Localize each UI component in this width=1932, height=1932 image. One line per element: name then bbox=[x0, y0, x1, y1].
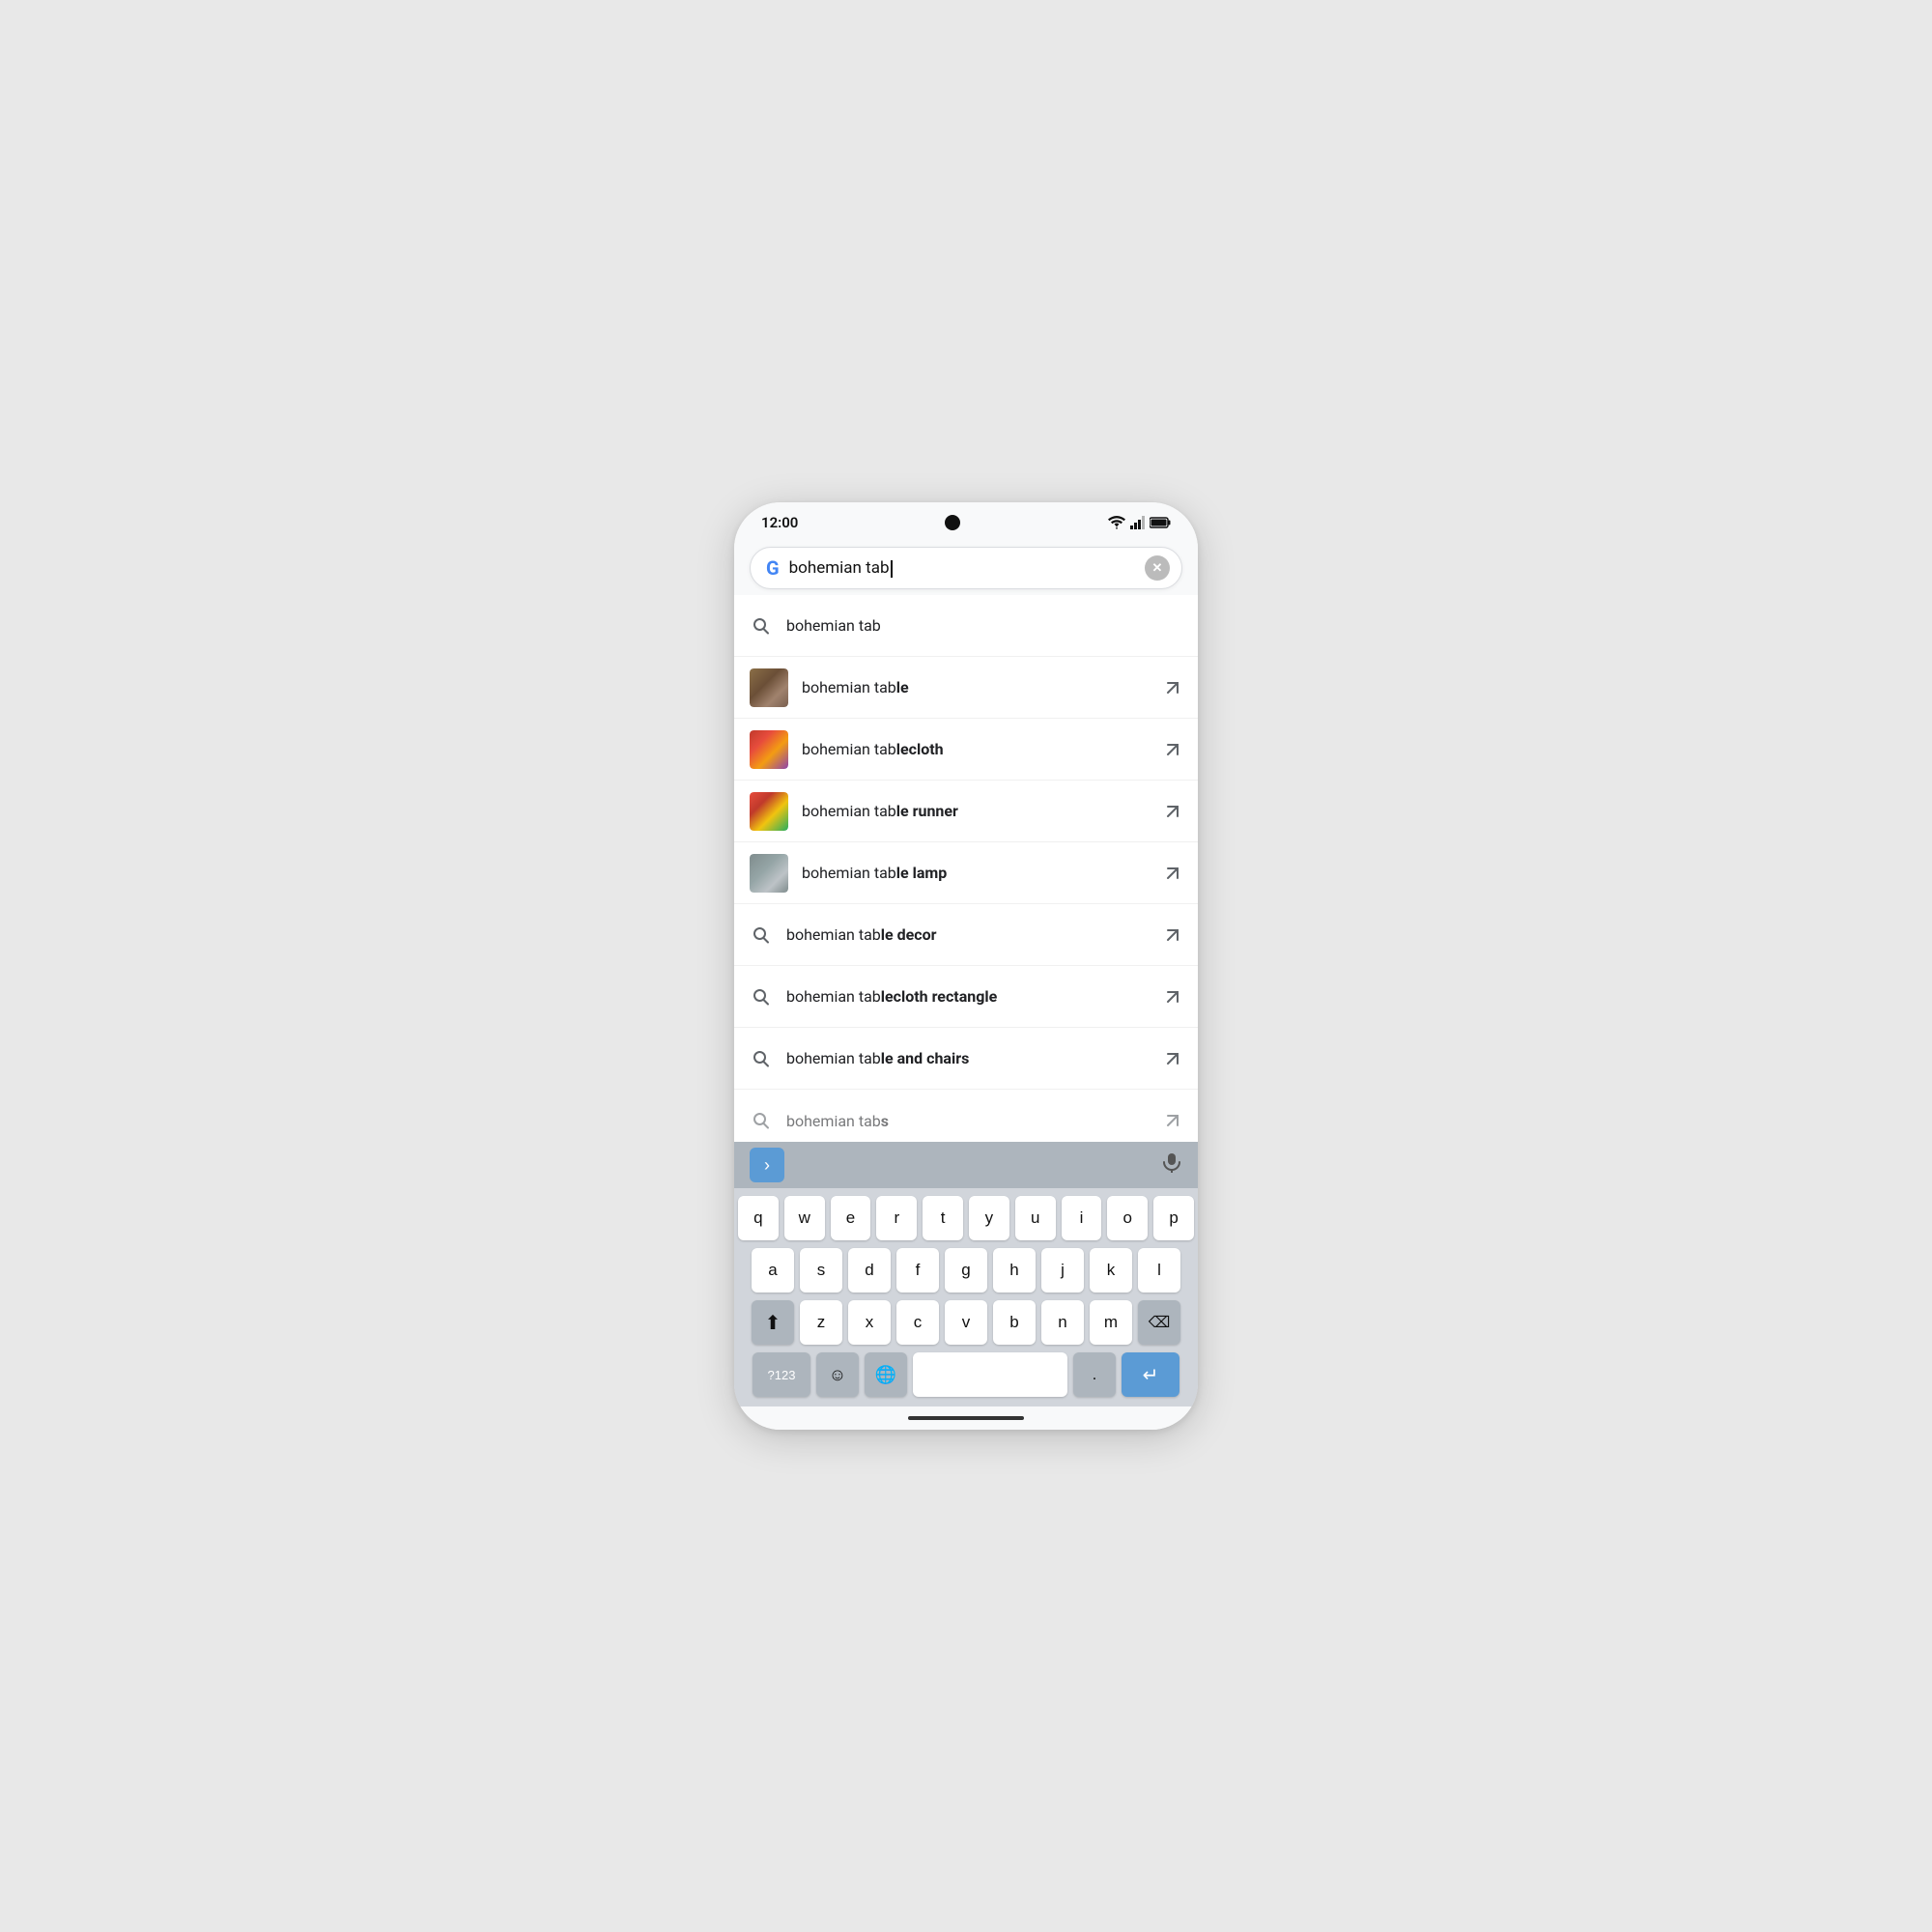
key-h[interactable]: h bbox=[993, 1248, 1036, 1293]
arrow-icon-4 bbox=[1163, 802, 1182, 821]
suggestion-label-2: bohemian table bbox=[802, 678, 1150, 696]
camera-dot bbox=[945, 515, 960, 530]
arrow-icon-5 bbox=[1163, 864, 1182, 883]
arrow-icon-9 bbox=[1163, 1111, 1182, 1130]
key-t[interactable]: t bbox=[923, 1196, 963, 1240]
suggestion-bohemian-table[interactable]: bohemian table bbox=[734, 657, 1198, 719]
key-shift[interactable]: ⬆ bbox=[752, 1300, 794, 1345]
suggestion-bohemian-table-lamp[interactable]: bohemian table lamp bbox=[734, 842, 1198, 904]
key-f[interactable]: f bbox=[896, 1248, 939, 1293]
key-emoji[interactable]: ☺ bbox=[816, 1352, 859, 1397]
key-r[interactable]: r bbox=[876, 1196, 917, 1240]
status-icons bbox=[1107, 516, 1171, 529]
suggestion-bohemian-table-and-chairs[interactable]: bohemian table and chairs bbox=[734, 1028, 1198, 1090]
clear-search-button[interactable] bbox=[1145, 555, 1170, 581]
status-time: 12:00 bbox=[761, 514, 798, 531]
suggestion-bohemian-tablecloth-rectangle[interactable]: bohemian tablecloth rectangle bbox=[734, 966, 1198, 1028]
thumb-lamp bbox=[750, 854, 788, 893]
key-n[interactable]: n bbox=[1041, 1300, 1084, 1345]
key-i[interactable]: i bbox=[1062, 1196, 1102, 1240]
key-period[interactable]: . bbox=[1073, 1352, 1116, 1397]
key-o[interactable]: o bbox=[1107, 1196, 1148, 1240]
home-indicator bbox=[734, 1406, 1198, 1430]
suggestion-bohemian-table-runner[interactable]: bohemian table runner bbox=[734, 781, 1198, 842]
arrow-icon-7 bbox=[1163, 987, 1182, 1007]
keyboard-bottom-row: ?123 ☺ 🌐 . ↵ bbox=[738, 1352, 1194, 1397]
arrow-icon-8 bbox=[1163, 1049, 1182, 1068]
key-p[interactable]: p bbox=[1153, 1196, 1194, 1240]
key-j[interactable]: j bbox=[1041, 1248, 1084, 1293]
key-m[interactable]: m bbox=[1090, 1300, 1132, 1345]
keyboard-mic-button[interactable] bbox=[1161, 1151, 1182, 1179]
key-d[interactable]: d bbox=[848, 1248, 891, 1293]
search-icon-6 bbox=[750, 923, 773, 947]
home-bar bbox=[908, 1416, 1024, 1420]
wifi-icon bbox=[1107, 516, 1126, 529]
key-y[interactable]: y bbox=[969, 1196, 1009, 1240]
key-x[interactable]: x bbox=[848, 1300, 891, 1345]
key-space[interactable] bbox=[913, 1352, 1067, 1397]
suggestion-label-4: bohemian table runner bbox=[802, 802, 1150, 820]
key-c[interactable]: c bbox=[896, 1300, 939, 1345]
key-u[interactable]: u bbox=[1015, 1196, 1056, 1240]
key-l[interactable]: l bbox=[1138, 1248, 1180, 1293]
keyboard-rows: q w e r t y u i o p a s d f g h j k bbox=[734, 1188, 1198, 1406]
key-backspace[interactable]: ⌫ bbox=[1138, 1300, 1180, 1345]
search-bar-area: G bohemian tab bbox=[734, 537, 1198, 595]
battery-icon bbox=[1150, 517, 1171, 528]
keyboard-row-3: ⬆ z x c v b n m ⌫ bbox=[738, 1300, 1194, 1345]
keyboard-toolbar: › bbox=[734, 1142, 1198, 1188]
key-b[interactable]: b bbox=[993, 1300, 1036, 1345]
key-q[interactable]: q bbox=[738, 1196, 779, 1240]
arrow-icon-2 bbox=[1163, 678, 1182, 697]
key-z[interactable]: z bbox=[800, 1300, 842, 1345]
suggestion-bohemian-table-decor[interactable]: bohemian table decor bbox=[734, 904, 1198, 966]
key-v[interactable]: v bbox=[945, 1300, 987, 1345]
keyboard: › q w e r t y u i o p bbox=[734, 1142, 1198, 1406]
key-enter[interactable]: ↵ bbox=[1122, 1352, 1179, 1397]
suggestion-label-6: bohemian table decor bbox=[786, 925, 1150, 944]
suggestion-label-9: bohemian tabs bbox=[786, 1112, 1150, 1130]
search-icon-1 bbox=[750, 614, 773, 638]
key-e[interactable]: e bbox=[831, 1196, 871, 1240]
suggestion-label-1: bohemian tab bbox=[786, 616, 1182, 635]
key-a[interactable]: a bbox=[752, 1248, 794, 1293]
suggestion-bohemian-tablecloth[interactable]: bohemian tablecloth bbox=[734, 719, 1198, 781]
phone-frame: 12:00 bbox=[734, 502, 1198, 1430]
key-s[interactable]: s bbox=[800, 1248, 842, 1293]
arrow-icon-6 bbox=[1163, 925, 1182, 945]
keyboard-row-1: q w e r t y u i o p bbox=[738, 1196, 1194, 1240]
status-bar: 12:00 bbox=[734, 502, 1198, 537]
suggestion-label-8: bohemian table and chairs bbox=[786, 1049, 1150, 1067]
thumb-tablecloth bbox=[750, 730, 788, 769]
key-language[interactable]: 🌐 bbox=[865, 1352, 907, 1397]
search-icon-7 bbox=[750, 985, 773, 1009]
suggestion-bohemian-tab[interactable]: bohemian tab bbox=[734, 595, 1198, 657]
signal-icon bbox=[1130, 516, 1146, 529]
suggestion-bohemian-tabs[interactable]: bohemian tabs bbox=[734, 1090, 1198, 1142]
search-icon-9 bbox=[750, 1109, 773, 1132]
key-symbols[interactable]: ?123 bbox=[753, 1352, 810, 1397]
key-w[interactable]: w bbox=[784, 1196, 825, 1240]
search-input[interactable]: bohemian tab bbox=[789, 558, 1135, 578]
suggestion-label-5: bohemian table lamp bbox=[802, 864, 1150, 882]
key-k[interactable]: k bbox=[1090, 1248, 1132, 1293]
search-icon-8 bbox=[750, 1047, 773, 1070]
arrow-icon-3 bbox=[1163, 740, 1182, 759]
keyboard-chevron-button[interactable]: › bbox=[750, 1148, 784, 1182]
google-logo: G bbox=[766, 556, 780, 580]
search-bar[interactable]: G bohemian tab bbox=[750, 547, 1182, 589]
key-g[interactable]: g bbox=[945, 1248, 987, 1293]
thumb-table bbox=[750, 668, 788, 707]
suggestion-label-3: bohemian tablecloth bbox=[802, 740, 1150, 758]
suggestion-label-7: bohemian tablecloth rectangle bbox=[786, 987, 1150, 1006]
search-query-text: bohemian tab bbox=[789, 558, 890, 578]
thumb-runner bbox=[750, 792, 788, 831]
suggestions-list: bohemian tab bohemian table bohemian tab… bbox=[734, 595, 1198, 1142]
keyboard-row-2: a s d f g h j k l bbox=[738, 1248, 1194, 1293]
